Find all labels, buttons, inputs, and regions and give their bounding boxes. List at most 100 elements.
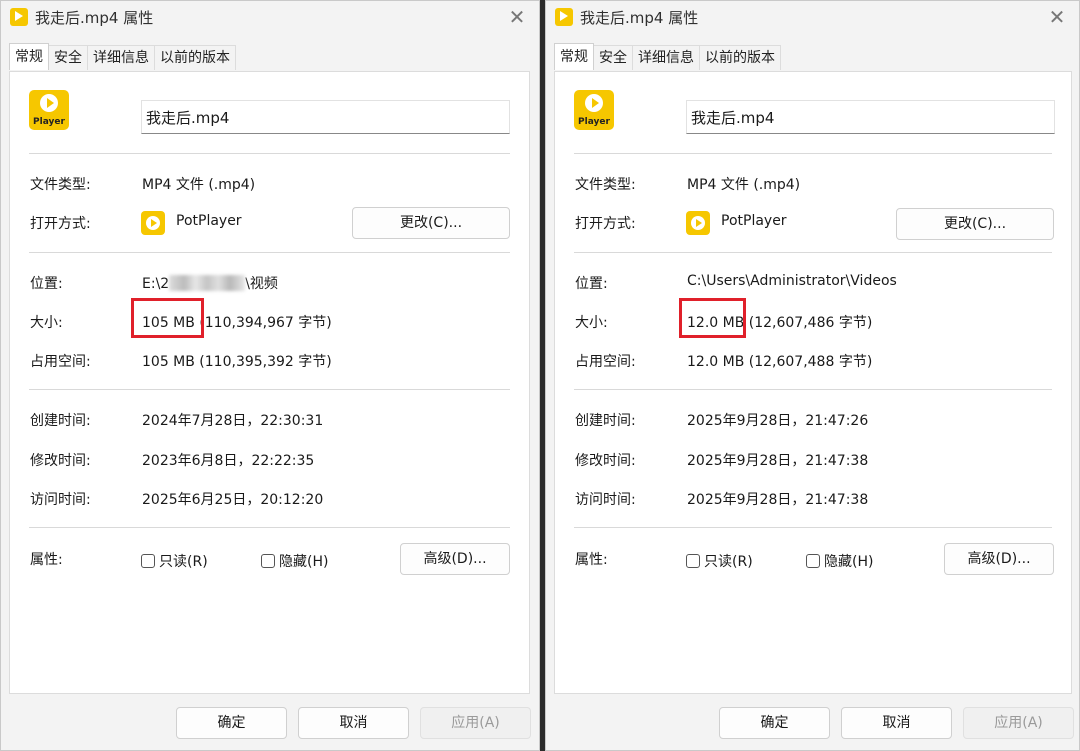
change-button[interactable]: 更改(C)...: [352, 207, 510, 239]
disk-size-value: 105 MB (110,395,392 字节): [142, 354, 332, 370]
checkbox-icon[interactable]: [806, 554, 820, 568]
modified-label: 修改时间:: [575, 453, 636, 469]
cancel-button[interactable]: 取消: [298, 707, 409, 739]
accessed-value: 2025年9月28日，21:47:38: [687, 492, 869, 508]
checkbox-icon[interactable]: [261, 554, 275, 568]
size-main: 12.0 MB: [687, 315, 745, 331]
open-with-label: 打开方式:: [30, 216, 91, 232]
tab-previous-versions[interactable]: 以前的版本: [154, 45, 236, 70]
size-value: 105 MB (110,394,967 字节): [142, 312, 332, 332]
properties-dialog-left: 我走后.mp4 属性 ✕ 常规安全详细信息以前的版本 Player 文件类型: …: [0, 0, 540, 751]
potplayer-icon: [555, 8, 573, 26]
window-title: 我走后.mp4 属性: [35, 9, 154, 27]
disk-size-value: 12.0 MB (12,607,488 字节): [687, 354, 873, 370]
size-label: 大小:: [575, 315, 608, 331]
divider: [29, 252, 510, 253]
location-suffix: \视频: [245, 276, 278, 292]
potplayer-icon: [10, 8, 28, 26]
tab-general[interactable]: 常规: [9, 43, 49, 70]
open-with-app: PotPlayer: [176, 213, 242, 229]
tab-details[interactable]: 详细信息: [632, 45, 700, 70]
potplayer-icon: [686, 211, 710, 235]
file-type-icon: Player: [574, 90, 614, 130]
tab-strip: 常规 安全 详细信息 以前的版本: [9, 43, 236, 71]
tab-security[interactable]: 安全: [48, 45, 88, 70]
title-bar[interactable]: 我走后.mp4 属性 ✕: [546, 1, 1079, 35]
properties-dialog-right: 我走后.mp4 属性 ✕ 常规安全详细信息以前的版本 Player 文件类型: …: [545, 0, 1080, 751]
general-panel: Player 文件类型: MP4 文件 (.mp4) 打开方式: PotPlay…: [554, 71, 1072, 694]
open-with-label: 打开方式:: [575, 216, 636, 232]
divider: [29, 153, 510, 154]
readonly-label: 只读(R): [159, 554, 208, 570]
advanced-button[interactable]: 高级(D)...: [400, 543, 510, 575]
location-label: 位置:: [575, 276, 608, 292]
file-type-value: MP4 文件 (.mp4): [687, 177, 801, 193]
file-type-label: 文件类型:: [575, 177, 636, 193]
tab-security[interactable]: 安全: [593, 45, 633, 70]
window-title: 我走后.mp4 属性: [580, 9, 699, 27]
size-bytes: (110,394,967 字节): [199, 315, 332, 331]
tab-details[interactable]: 详细信息: [87, 45, 155, 70]
tab-general[interactable]: 常规: [554, 43, 594, 70]
created-value: 2025年9月28日，21:47:26: [687, 413, 869, 429]
size-label: 大小:: [30, 315, 63, 331]
redacted-path: [169, 275, 246, 291]
size-bytes: (12,607,486 字节): [748, 315, 873, 331]
accessed-label: 访问时间:: [30, 492, 91, 508]
location-label: 位置:: [30, 276, 63, 292]
attributes-label: 属性:: [30, 552, 63, 568]
filename-input[interactable]: [141, 100, 510, 134]
apply-button[interactable]: 应用(A): [420, 707, 531, 739]
tab-strip: 常规 安全 详细信息 以前的版本: [554, 43, 781, 71]
hidden-checkbox[interactable]: 隐藏(H): [806, 551, 873, 571]
disk-size-label: 占用空间:: [575, 354, 636, 370]
open-with-app: PotPlayer: [721, 213, 787, 229]
attributes-label: 属性:: [575, 552, 608, 568]
accessed-label: 访问时间:: [575, 492, 636, 508]
created-label: 创建时间:: [30, 413, 91, 429]
change-button[interactable]: 更改(C)...: [896, 208, 1054, 240]
tab-previous-versions[interactable]: 以前的版本: [699, 45, 781, 70]
readonly-label: 只读(R): [704, 554, 753, 570]
file-type-icon: Player: [29, 90, 69, 130]
readonly-checkbox[interactable]: 只读(R): [141, 551, 208, 571]
accessed-value: 2025年6月25日，20:12:20: [142, 492, 324, 508]
ok-button[interactable]: 确定: [719, 707, 830, 739]
title-bar[interactable]: 我走后.mp4 属性 ✕: [1, 1, 539, 35]
hidden-label: 隐藏(H): [824, 554, 874, 570]
close-icon[interactable]: ✕: [1045, 5, 1069, 29]
size-main: 105 MB: [142, 315, 195, 331]
divider: [574, 389, 1052, 390]
potplayer-icon: [141, 211, 165, 235]
divider: [29, 527, 510, 528]
advanced-button[interactable]: 高级(D)...: [944, 543, 1054, 575]
file-type-label: 文件类型:: [30, 177, 91, 193]
location-value: C:\Users\Administrator\Videos: [687, 273, 897, 289]
created-label: 创建时间:: [575, 413, 636, 429]
apply-button[interactable]: 应用(A): [963, 707, 1074, 739]
filename-input[interactable]: [686, 100, 1055, 134]
general-panel: Player 文件类型: MP4 文件 (.mp4) 打开方式: PotPlay…: [9, 71, 530, 694]
cancel-button[interactable]: 取消: [841, 707, 952, 739]
checkbox-icon[interactable]: [141, 554, 155, 568]
file-type-value: MP4 文件 (.mp4): [142, 177, 256, 193]
file-icon-label: Player: [578, 117, 610, 127]
divider: [574, 527, 1052, 528]
created-value: 2024年7月28日，22:30:31: [142, 413, 324, 429]
modified-label: 修改时间:: [30, 453, 91, 469]
location-prefix: E:\2: [142, 276, 170, 292]
divider: [574, 153, 1052, 154]
modified-value: 2025年9月28日，21:47:38: [687, 453, 869, 469]
ok-button[interactable]: 确定: [176, 707, 287, 739]
readonly-checkbox[interactable]: 只读(R): [686, 551, 753, 571]
divider: [29, 389, 510, 390]
hidden-checkbox[interactable]: 隐藏(H): [261, 551, 328, 571]
file-icon-label: Player: [33, 117, 65, 127]
checkbox-icon[interactable]: [686, 554, 700, 568]
size-value: 12.0 MB (12,607,486 字节): [687, 312, 872, 332]
location-value: E:\2 \视频: [142, 273, 278, 293]
disk-size-label: 占用空间:: [30, 354, 91, 370]
divider: [574, 252, 1052, 253]
close-icon[interactable]: ✕: [505, 5, 529, 29]
hidden-label: 隐藏(H): [279, 554, 329, 570]
